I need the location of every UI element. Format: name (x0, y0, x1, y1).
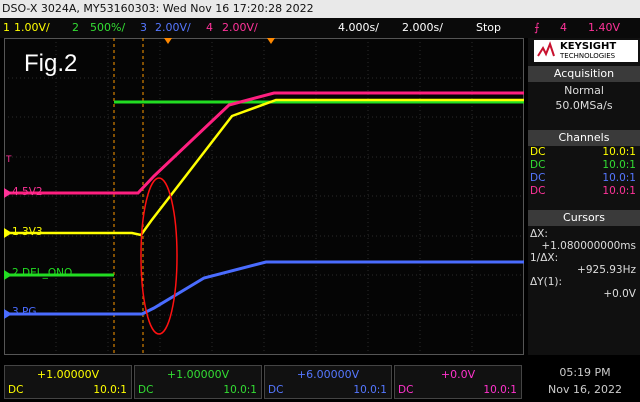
channel-probe: 10.0:1 (602, 159, 636, 171)
ch4-scale[interactable]: 2.00V/ (222, 18, 258, 38)
clock: 05:19 PM Nov 16, 2022 (530, 366, 640, 396)
ch3-number[interactable]: 3 (140, 18, 147, 38)
ch3-ground-icon (4, 309, 12, 319)
marker-ch2-num: 2 (12, 267, 19, 279)
waveform-display[interactable]: T Fig.2 4 5V2 1 3V3 2 DEL_ONO 3 PG (4, 38, 524, 355)
ch3-scale[interactable]: 2.00V/ (155, 18, 191, 38)
trigger-level[interactable]: 1.40V (588, 18, 620, 38)
trigger-source: 4 (560, 21, 567, 34)
ch2-probe: 10.0:1 (223, 384, 257, 396)
delay-reference-icon (267, 38, 275, 44)
channel-coupling: DC (530, 146, 546, 158)
marker-ch3-label: PG (22, 306, 37, 318)
ch3-offset-box[interactable]: +6.00000V DC 10.0:1 (264, 365, 392, 399)
acquisition-title: Acquisition (528, 66, 640, 82)
ch4-number[interactable]: 4 (206, 18, 213, 38)
sample-rate: 50.0MSa/s (555, 99, 613, 112)
delay-value[interactable]: 2.000s/ (402, 18, 443, 38)
trace-ch4 (8, 91, 524, 195)
ch2-ground-icon (4, 270, 12, 280)
cursors-title: Cursors (528, 210, 640, 226)
channel-coupling: DC (530, 172, 546, 184)
ch4-coupling: DC (398, 384, 414, 396)
waveform-svg: T (4, 38, 524, 355)
ch4-offset-value: +0.0V (440, 368, 476, 381)
ch2-coupling: DC (138, 384, 154, 396)
marker-ch4-label: 5V2 (22, 186, 43, 198)
dy-label: ΔY(1): (530, 276, 563, 288)
ch2-offset-value: +1.00000V (166, 368, 230, 381)
window-title: DSO-X 3024A, MY53160303: Wed Nov 16 17:2… (2, 2, 314, 15)
channel-row: DC 10.0:1 (528, 159, 640, 172)
ch4-probe: 10.0:1 (483, 384, 517, 396)
clock-time: 05:19 PM (559, 366, 611, 379)
ch2-number[interactable]: 2 (72, 18, 79, 38)
ch1-offset-box[interactable]: +1.00000V DC 10.0:1 (4, 365, 132, 399)
brand-name: KEYSIGHT (560, 41, 617, 52)
run-stop-status[interactable]: Stop (476, 18, 501, 38)
marker-ch1-num: 1 (12, 226, 19, 238)
marker-ch1-label: 3V3 (22, 226, 43, 238)
inv-dx-label: 1/ΔX: (530, 252, 559, 264)
graticule (4, 38, 524, 355)
channels-title: Channels (528, 130, 640, 146)
channel-coupling: DC (530, 185, 546, 197)
trigger-edge-icon: ⨍ (534, 21, 540, 34)
marker-ch4-num: 4 (12, 186, 19, 198)
marker-ch3-num: 3 (12, 306, 19, 318)
ch1-scale[interactable]: 1.00V/ (14, 18, 50, 38)
channels-panel[interactable]: Channels DC 10.0:1 DC 10.0:1 DC 10.0:1 D… (528, 130, 640, 198)
annotation-ellipse (140, 177, 178, 335)
trace-ch1 (8, 98, 524, 237)
acquisition-panel[interactable]: Acquisition Normal 50.0MSa/s (528, 66, 640, 112)
trigger-level-marker: T (5, 155, 12, 165)
ch1-number[interactable]: 1 (3, 18, 10, 38)
acquisition-mode: Normal (564, 84, 604, 97)
timebase-value[interactable]: 4.000s/ (338, 18, 379, 38)
ch3-offset-value: +6.00000V (296, 368, 360, 381)
channel-row: DC 10.0:1 (528, 146, 640, 159)
ch1-offset-value: +1.00000V (36, 368, 100, 381)
ch3-probe: 10.0:1 (353, 384, 387, 396)
channel-probe: 10.0:1 (602, 146, 636, 158)
trace-ch3 (8, 260, 524, 316)
ch1-coupling: DC (8, 384, 24, 396)
ch4-offset-box[interactable]: +0.0V DC 10.0:1 (394, 365, 522, 399)
figure-label: Fig.2 (24, 50, 78, 77)
trigger-position-icon (164, 38, 172, 44)
channel-row: DC 10.0:1 (528, 185, 640, 198)
keysight-logo: KEYSIGHT TECHNOLOGIES (534, 40, 638, 62)
cursors-panel[interactable]: Cursors ΔX: +1.080000000ms 1/ΔX: +925.93… (528, 210, 640, 300)
dx-label: ΔX: (530, 228, 548, 240)
inv-dx-value: +925.93Hz (577, 264, 636, 276)
channel-probe: 10.0:1 (602, 172, 636, 184)
brand-sub: TECHNOLOGIES (560, 52, 616, 60)
channel-offset-bar: +1.00000V DC 10.0:1 +1.00000V DC 10.0:1 … (0, 363, 528, 402)
channel-row: DC 10.0:1 (528, 172, 640, 185)
ch3-coupling: DC (268, 384, 284, 396)
scope-status-bar: 1 1.00V/ 2 500%/ 3 2.00V/ 4 2.00V/ 4.000… (0, 18, 640, 38)
ch1-probe: 10.0:1 (93, 384, 127, 396)
ch2-scale[interactable]: 500%/ (90, 18, 125, 38)
dx-value: +1.080000000ms (541, 240, 636, 252)
dy-value: +0.0V (603, 288, 636, 300)
ch2-offset-box[interactable]: +1.00000V DC 10.0:1 (134, 365, 262, 399)
window-title-bar: DSO-X 3024A, MY53160303: Wed Nov 16 17:2… (0, 0, 640, 18)
clock-date: Nov 16, 2022 (548, 383, 622, 396)
channel-probe: 10.0:1 (602, 185, 636, 197)
marker-ch2-label: DEL_ONO (22, 267, 73, 279)
side-panel: KEYSIGHT TECHNOLOGIES Acquisition Normal… (528, 38, 640, 355)
channel-coupling: DC (530, 159, 546, 171)
